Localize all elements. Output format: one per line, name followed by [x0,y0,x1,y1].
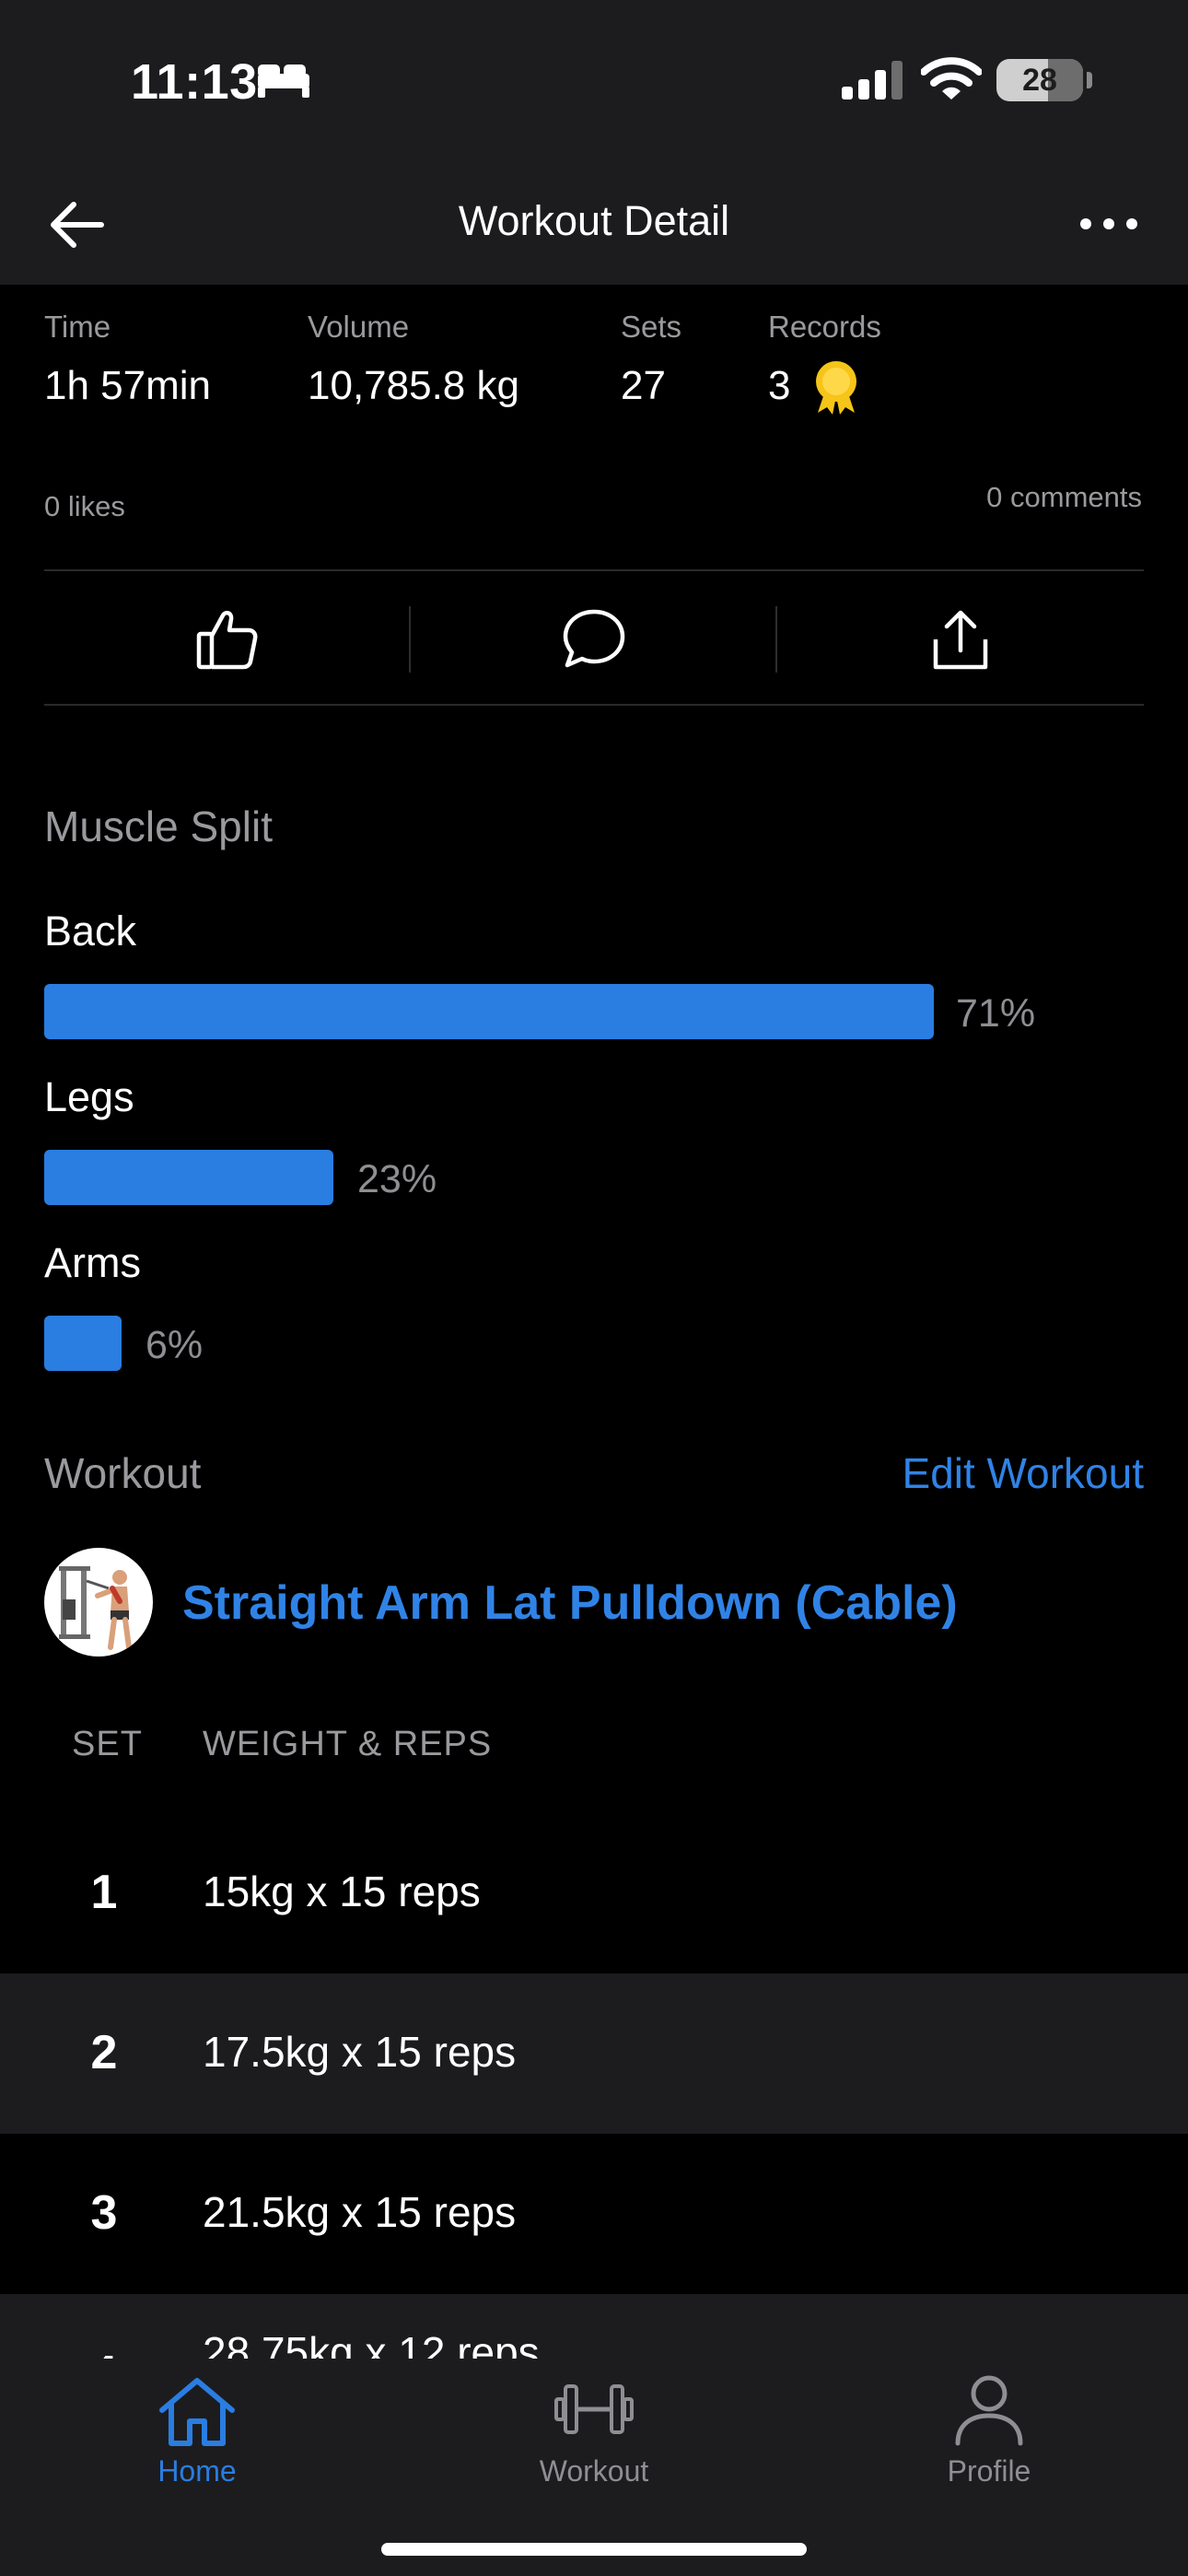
muscle-back-label: Back [44,907,137,954]
divider-top [44,569,1144,571]
stat-sets-label: Sets [621,310,682,344]
status-time: 11:13 [131,54,258,110]
column-header-set: SET [72,1725,143,1763]
medal-icon [810,359,862,421]
muscle-legs-percent: 23% [357,1157,437,1201]
muscle-back-bar [44,984,934,1039]
tab-profile[interactable]: Profile [879,2454,1100,2488]
more-options-icon[interactable] [1079,217,1138,235]
column-header-weight-reps: WEIGHT & REPS [203,1725,493,1763]
muscle-split-title: Muscle Split [44,802,273,850]
stat-time-value: 1h 57min [44,363,212,408]
dumbbell-icon[interactable] [553,2379,635,2444]
stat-time-label: Time [44,310,111,344]
tab-home[interactable]: Home [87,2454,308,2488]
edit-workout-link[interactable]: Edit Workout [903,1448,1144,1498]
muscle-arms-percent: 6% [146,1323,204,1367]
cellular-signal-icon [840,61,904,104]
muscle-legs-bar [44,1150,333,1205]
battery-icon: 28 [996,59,1083,101]
muscle-back-percent: 71% [956,991,1036,1036]
stat-records-label: Records [768,310,881,344]
divider-bottom [44,704,1144,706]
set-number: 2 [90,2026,118,2079]
set-number: 1 [90,1866,118,1919]
set-weight-reps: 17.5kg x 15 reps [203,2028,517,2076]
share-upload-icon[interactable] [930,608,991,677]
likes-count[interactable]: 0 likes [44,490,125,523]
set-weight-reps: 15kg x 15 reps [203,1868,481,1915]
action-separator-1 [409,606,411,673]
comment-bubble-icon[interactable] [562,608,626,673]
tab-workout[interactable]: Workout [483,2454,705,2488]
exercise-name-link[interactable]: Straight Arm Lat Pulldown (Cable) [182,1575,958,1631]
stat-records-value: 3 [768,363,791,408]
set-row: 3 21.5kg x 15 reps [0,2134,1188,2294]
set-row: 1 15kg x 15 reps [0,1813,1188,1973]
page-title: Workout Detail [458,197,730,244]
home-icon[interactable] [157,2375,238,2453]
exercise-thumbnail[interactable] [44,1548,153,1657]
set-number: 3 [90,2186,118,2240]
wifi-icon [920,57,983,106]
sleep-bed-icon [254,61,313,104]
muscle-arms-label: Arms [44,1239,141,1286]
stat-sets-value: 27 [621,363,666,408]
comments-count[interactable]: 0 comments [986,481,1142,514]
set-row: 2 17.5kg x 15 reps [0,1973,1188,2134]
battery-nub [1087,72,1092,88]
like-thumbs-up-icon[interactable] [195,608,260,675]
stat-volume-value: 10,785.8 kg [308,363,519,408]
muscle-arms-bar [44,1316,122,1371]
muscle-legs-label: Legs [44,1073,134,1120]
workout-section-title: Workout [44,1449,202,1497]
home-indicator [381,2543,807,2556]
battery-level: 28 [1022,63,1057,98]
profile-person-icon[interactable] [952,2373,1026,2452]
set-weight-reps: 21.5kg x 15 reps [203,2188,517,2236]
action-separator-2 [775,606,777,673]
stat-volume-label: Volume [308,310,410,344]
